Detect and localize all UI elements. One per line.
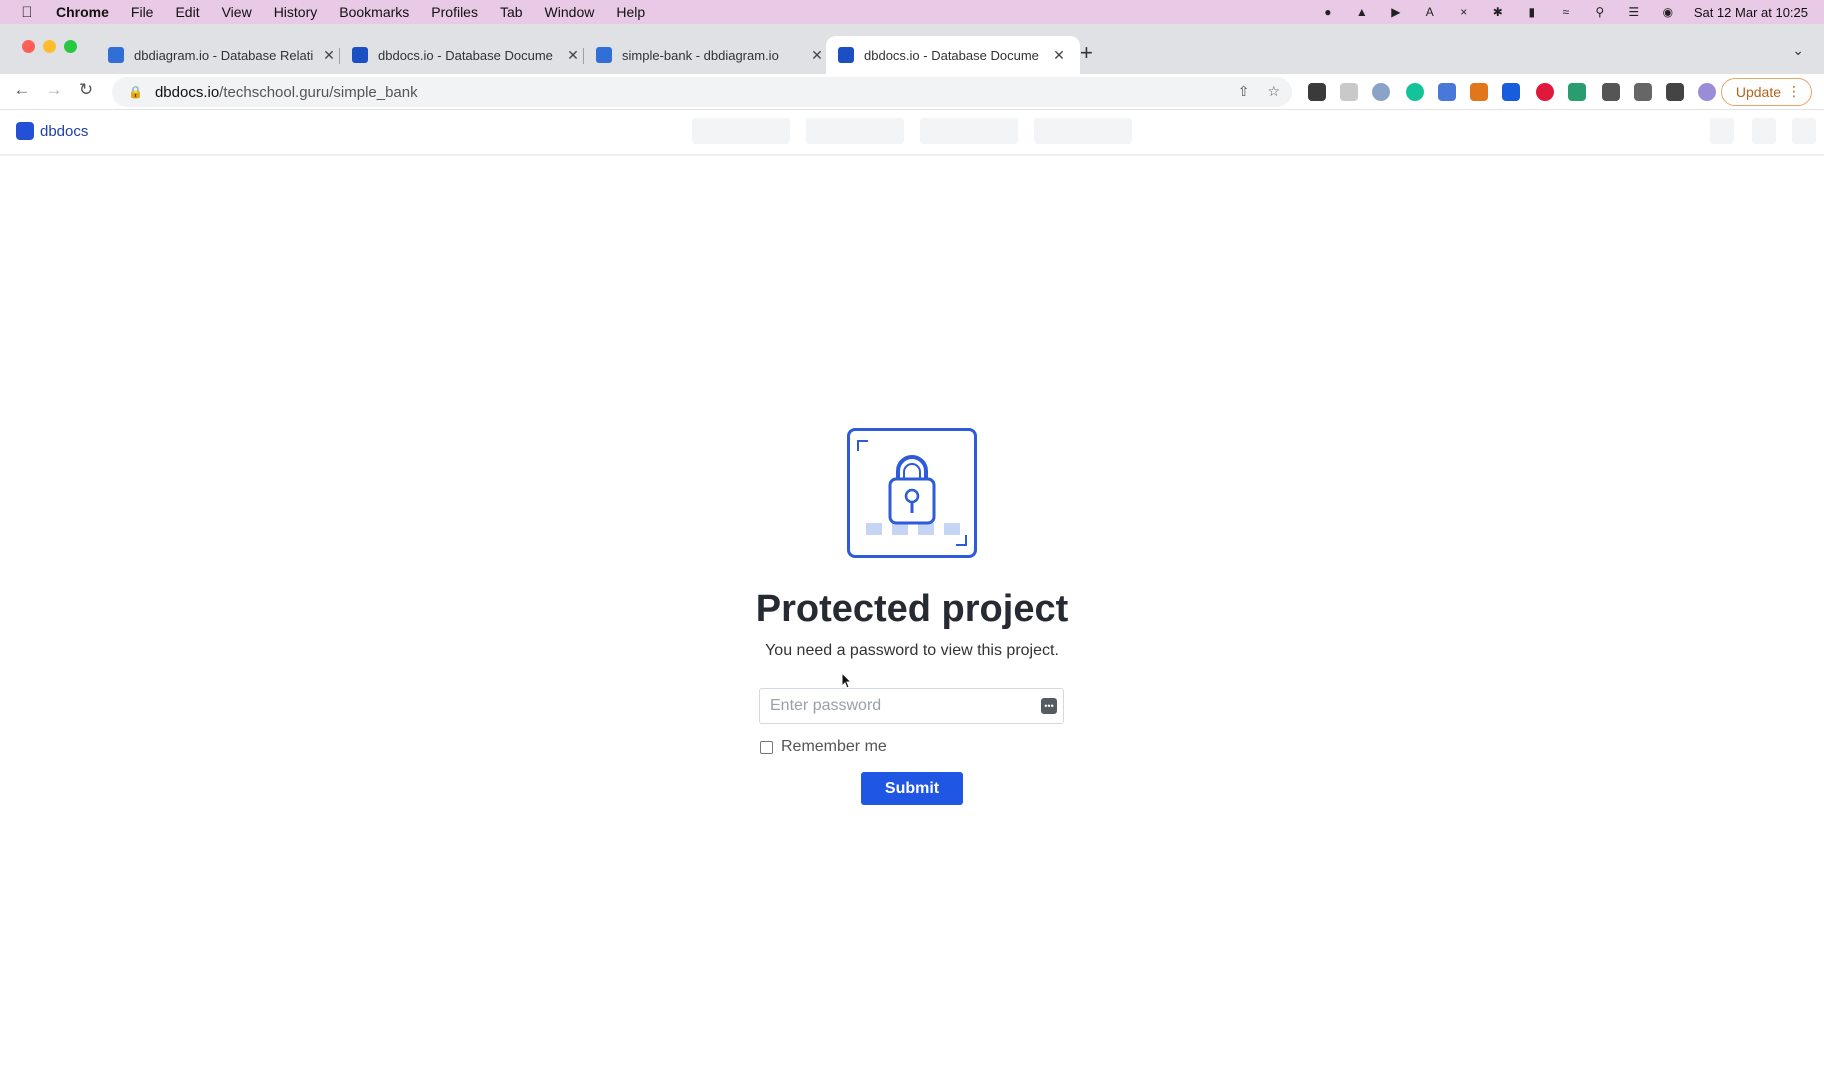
- new-tab-plus-icon[interactable]: +: [1080, 40, 1093, 66]
- password-input[interactable]: [770, 697, 1020, 715]
- dbdocs-logo-icon: [16, 122, 34, 140]
- keyboard-input-icon[interactable]: A: [1422, 5, 1438, 19]
- tab-dbdocs-1[interactable]: dbdocs.io - Database Docume ✕: [340, 36, 594, 74]
- share-icon[interactable]: ⇧: [1238, 83, 1250, 100]
- submit-button[interactable]: Submit: [861, 772, 963, 805]
- tab-simple-bank-dbdiagram[interactable]: simple-bank - dbdiagram.io ✕: [584, 36, 838, 74]
- tab-search-chevron-icon[interactable]: ⌄: [1792, 42, 1804, 59]
- kebab-menu-icon[interactable]: ⋮: [1787, 83, 1801, 100]
- dbdocs-logo[interactable]: dbdocs: [16, 122, 88, 140]
- puzzle-extensions-icon[interactable]: [1602, 83, 1620, 101]
- nav-skeleton-placeholder: [692, 118, 790, 144]
- browser-toolbar: ← → ↻ 🔒 dbdocs.io/techschool.guru/simple…: [0, 74, 1824, 110]
- protected-project-page: Protected project You need a password to…: [0, 156, 1824, 1080]
- update-label: Update: [1735, 84, 1781, 100]
- menu-bookmarks[interactable]: Bookmarks: [339, 4, 409, 20]
- password-field[interactable]: •••: [759, 688, 1064, 724]
- metamask-icon[interactable]: [1470, 83, 1488, 101]
- menu-app-name[interactable]: Chrome: [56, 4, 109, 20]
- battery-icon[interactable]: ▮: [1524, 5, 1540, 19]
- nav-skeleton-placeholder: [920, 118, 1018, 144]
- extension-n-icon[interactable]: [1568, 83, 1586, 101]
- tab-title: dbdocs.io - Database Docume: [864, 47, 1039, 63]
- remember-me-label: Remember me: [781, 738, 887, 755]
- control-center-icon[interactable]: ☰: [1626, 5, 1642, 19]
- profile-avatar-icon[interactable]: [1698, 83, 1716, 101]
- url-path: /techschool.guru/simple_bank: [219, 83, 418, 101]
- side-panel-icon[interactable]: [1666, 83, 1684, 101]
- macos-menu-bar:  Chrome File Edit View History Bookmark…: [0, 0, 1824, 24]
- dbdocs-icon: [352, 47, 368, 63]
- tab-title: dbdocs.io - Database Docume: [378, 47, 553, 63]
- mute-icon[interactable]: ×: [1456, 5, 1472, 19]
- dbdiagram-icon: [596, 47, 612, 63]
- dbdocs-icon: [838, 47, 854, 63]
- mouse-cursor-icon: [841, 672, 853, 689]
- close-icon[interactable]: ✕: [808, 47, 826, 64]
- close-icon[interactable]: ✕: [320, 47, 338, 64]
- remember-me-option[interactable]: Remember me: [760, 738, 887, 756]
- record-icon[interactable]: ●: [1320, 5, 1336, 19]
- bookmark-star-icon[interactable]: ☆: [1267, 83, 1280, 100]
- app-header: dbdocs: [0, 110, 1824, 156]
- tab-title: simple-bank - dbdiagram.io: [622, 47, 779, 63]
- spotlight-search-icon[interactable]: ⚲: [1592, 5, 1608, 19]
- play-icon[interactable]: ▶: [1388, 5, 1404, 19]
- menu-profiles[interactable]: Profiles: [431, 4, 478, 20]
- logo-text: dbdocs: [40, 122, 89, 140]
- reading-list-icon[interactable]: [1634, 83, 1652, 101]
- tab-dbdiagram-relational[interactable]: dbdiagram.io - Database Relati ✕: [96, 36, 350, 74]
- chrome-update-button[interactable]: Update ⋮: [1720, 78, 1812, 106]
- page-title: Protected project: [755, 588, 1069, 630]
- lock-icon[interactable]: 🔒: [128, 85, 143, 99]
- back-arrow-icon[interactable]: ←: [10, 80, 34, 100]
- apple-menu-icon[interactable]: : [18, 4, 36, 21]
- reload-icon[interactable]: ↻: [74, 80, 98, 100]
- extension-password-icon[interactable]: [1308, 83, 1326, 101]
- window-controls: [22, 40, 77, 53]
- extension-satellite-icon[interactable]: [1372, 83, 1390, 101]
- tab-dbdocs-active[interactable]: dbdocs.io - Database Docume ✕: [826, 36, 1080, 74]
- page-subtitle: You need a password to view this project…: [765, 642, 1059, 659]
- dbdiagram-icon: [108, 47, 124, 63]
- nav-skeleton-placeholder: [806, 118, 904, 144]
- extension-screen-icon[interactable]: [1340, 83, 1358, 101]
- bitwarden-icon[interactable]: [1502, 83, 1520, 101]
- docker-icon[interactable]: ▲: [1354, 5, 1370, 19]
- tab-title: dbdiagram.io - Database Relati: [134, 47, 314, 63]
- menu-file[interactable]: File: [131, 4, 154, 20]
- menu-edit[interactable]: Edit: [175, 4, 199, 20]
- menu-window[interactable]: Window: [545, 4, 595, 20]
- bluetooth-icon[interactable]: ✱: [1490, 5, 1506, 19]
- menu-tab[interactable]: Tab: [500, 4, 523, 20]
- zoom-window-icon[interactable]: [64, 40, 77, 53]
- grammarly-icon[interactable]: [1406, 83, 1424, 101]
- menu-view[interactable]: View: [222, 4, 252, 20]
- menu-help[interactable]: Help: [616, 4, 645, 20]
- header-action-skeleton: [1752, 118, 1776, 144]
- menu-history[interactable]: History: [274, 4, 318, 20]
- forward-arrow-icon[interactable]: →: [42, 80, 66, 100]
- browser-tab-strip: dbdiagram.io - Database Relati ✕ dbdocs.…: [0, 24, 1824, 74]
- extension-layers-icon[interactable]: [1438, 83, 1456, 101]
- siri-icon[interactable]: ◉: [1660, 5, 1676, 19]
- minimize-window-icon[interactable]: [43, 40, 56, 53]
- adblock-plus-icon[interactable]: [1536, 83, 1554, 101]
- close-icon[interactable]: ✕: [1050, 47, 1068, 64]
- close-window-icon[interactable]: [22, 40, 35, 53]
- close-icon[interactable]: ✕: [564, 47, 582, 64]
- padlock-illustration-icon: [847, 428, 977, 558]
- wifi-icon[interactable]: ≈: [1558, 5, 1574, 19]
- remember-me-checkbox[interactable]: [760, 740, 773, 754]
- password-manager-icon[interactable]: •••: [1041, 698, 1057, 714]
- address-bar[interactable]: 🔒 dbdocs.io/techschool.guru/simple_bank …: [112, 77, 1292, 107]
- header-action-skeleton: [1710, 118, 1734, 144]
- menubar-clock[interactable]: Sat 12 Mar at 10:25: [1694, 5, 1808, 20]
- header-action-skeleton: [1792, 118, 1816, 144]
- nav-skeleton-placeholder: [1034, 118, 1132, 144]
- url-host: dbdocs.io: [154, 83, 220, 101]
